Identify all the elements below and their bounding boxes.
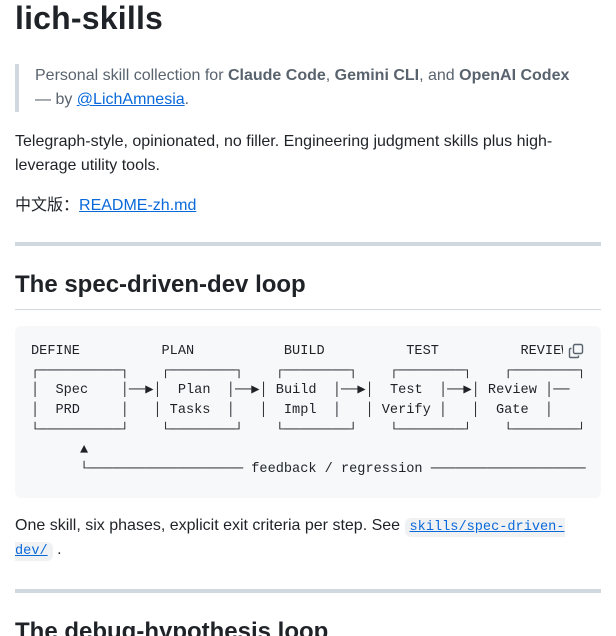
intro-quote: Personal skill collection for Claude Cod…	[15, 64, 601, 112]
section1-description: One skill, six phases, explicit exit cri…	[15, 514, 601, 563]
author-link[interactable]: @LichAmnesia	[77, 91, 185, 108]
tool-gemini-cli: Gemini CLI	[334, 67, 420, 84]
intro-end: .	[184, 91, 190, 108]
loop-diagram: DEFINE PLAN BUILD TEST REVIEW ┌─────────…	[31, 344, 586, 478]
section-divider	[15, 242, 601, 246]
intro-sep1: ,	[325, 67, 335, 84]
intro-prefix: Personal skill collection for	[35, 67, 228, 84]
zh-label: 中文版：	[15, 197, 80, 214]
copy-icon	[568, 343, 584, 359]
section-divider-2	[15, 588, 601, 593]
copy-button[interactable]	[563, 338, 589, 364]
tagline: Telegraph-style, opinionated, no filler.…	[15, 133, 553, 174]
intro-by: — by	[35, 91, 77, 108]
page-title: lich-skills	[15, 0, 164, 36]
readme-page: lich-skills Personal skill collection fo…	[0, 0, 616, 636]
diagram-code-block: DEFINE PLAN BUILD TEST REVIEW ┌─────────…	[15, 326, 601, 498]
zh-readme-link[interactable]: README-zh.md	[79, 197, 196, 214]
intro-sep2: , and	[419, 67, 460, 84]
section-heading-spec-driven-dev: The spec-driven-dev loop	[15, 270, 601, 310]
section-heading-debug-hypothesis: The debug-hypothesis loop	[15, 617, 601, 636]
zh-line: 中文版：README-zh.md	[15, 194, 601, 218]
tool-openai-codex: OpenAI Codex	[459, 67, 570, 84]
tool-claude-code: Claude Code	[227, 67, 326, 84]
desc-suffix: .	[52, 541, 62, 559]
desc-prefix: One skill, six phases, explicit exit cri…	[15, 517, 405, 534]
